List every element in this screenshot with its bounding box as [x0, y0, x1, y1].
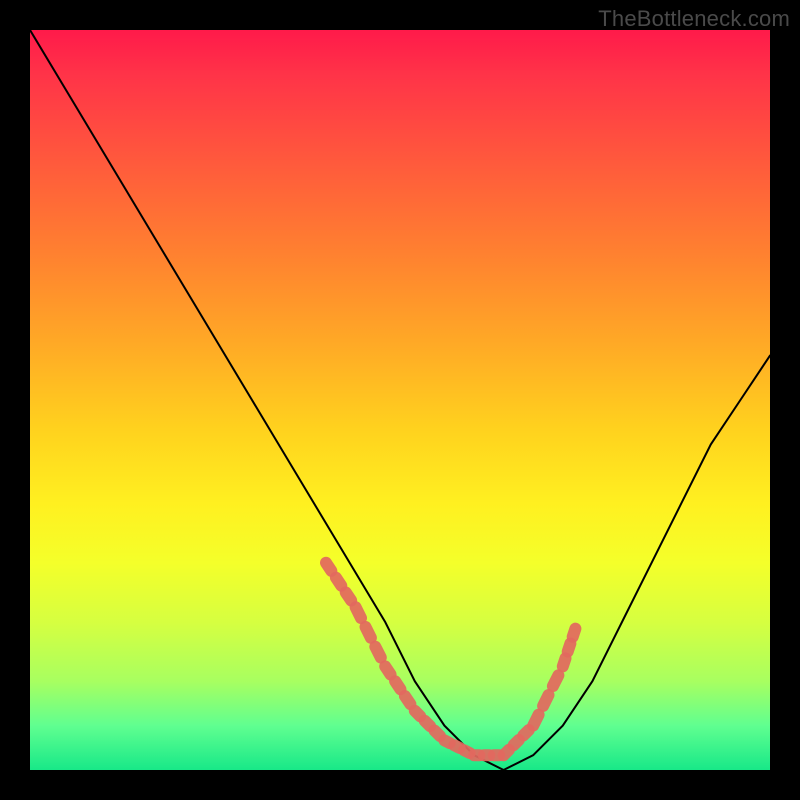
bottleneck-curve [30, 30, 770, 770]
optimal-range-markers [326, 563, 575, 755]
chart-plot-area [30, 30, 770, 770]
watermark: TheBottleneck.com [598, 6, 790, 32]
chart-svg [30, 30, 770, 770]
